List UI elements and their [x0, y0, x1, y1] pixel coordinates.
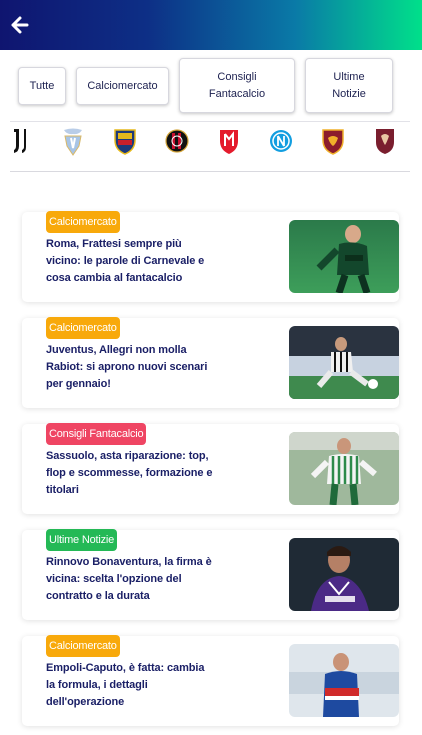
milan-logo-icon — [165, 129, 189, 153]
article-card[interactable]: Consigli Fantacalcio Sassuolo, asta ripa… — [22, 423, 399, 514]
category-badge: Calciomercato — [46, 317, 120, 339]
team-milan[interactable] — [164, 126, 190, 156]
article-thumbnail — [289, 220, 399, 293]
article-title: Sassuolo, asta riparazione: top, flop e … — [46, 450, 213, 496]
filter-chip-label: Calciomercato — [87, 79, 158, 92]
article-thumbnail — [289, 644, 399, 717]
filter-chip-ultime-notizie[interactable]: Ultime Notizie — [305, 58, 393, 113]
article-thumbnail — [289, 538, 399, 611]
team-juventus[interactable] — [10, 126, 36, 156]
filter-chip-label: Ultime Notizie — [332, 70, 366, 100]
salernitana-logo-icon — [376, 129, 394, 154]
team-napoli[interactable] — [268, 126, 294, 156]
article-thumbnail — [289, 432, 399, 505]
article-title: Juventus, Allegri non molla Rabiot: si a… — [46, 344, 208, 390]
article-card[interactable]: Calciomercato Empoli-Caputo, è fatta: ca… — [22, 635, 399, 726]
filter-chip-label: Tutte — [29, 79, 55, 92]
filter-chip-tutte[interactable]: Tutte — [18, 67, 66, 105]
lecce-logo-icon — [114, 129, 136, 155]
juventus-logo-icon — [14, 129, 26, 153]
team-monza[interactable] — [216, 126, 242, 156]
back-button[interactable] — [8, 12, 32, 38]
arrow-left-icon — [11, 16, 29, 34]
category-badge: Calciomercato — [46, 635, 120, 657]
roma-logo-icon — [322, 129, 344, 155]
filter-chip-calciomercato[interactable]: Calciomercato — [76, 67, 169, 105]
lazio-logo-icon — [64, 128, 82, 156]
category-filter-bar: Tutte Calciomercato Consigli Fantacalcio… — [0, 58, 422, 114]
category-badge: Calciomercato — [46, 211, 120, 233]
napoli-logo-icon — [270, 130, 292, 152]
category-badge: Ultime Notizie — [46, 529, 118, 551]
team-lazio[interactable] — [60, 126, 86, 156]
article-card[interactable]: Calciomercato Roma, Frattesi sempre più … — [22, 211, 399, 302]
monza-logo-icon — [220, 130, 238, 154]
article-thumbnail — [289, 326, 399, 399]
article-card[interactable]: Calciomercato Juventus, Allegri non moll… — [22, 317, 399, 408]
top-app-bar — [0, 0, 422, 50]
team-lecce[interactable] — [112, 126, 138, 156]
filter-chip-label: Consigli Fantacalcio — [208, 70, 266, 100]
team-logo-strip — [10, 121, 410, 172]
article-title: Rinnovo Bonaventura, la firma è vicina: … — [46, 556, 212, 602]
article-card[interactable]: Ultime Notizie Rinnovo Bonaventura, la f… — [22, 529, 399, 620]
team-roma[interactable] — [320, 126, 346, 156]
article-title: Roma, Frattesi sempre più vicino: le par… — [46, 238, 205, 284]
team-salernitana[interactable] — [372, 126, 398, 156]
filter-chip-consigli-fantacalcio[interactable]: Consigli Fantacalcio — [179, 58, 295, 113]
category-badge: Consigli Fantacalcio — [46, 423, 147, 445]
article-title: Empoli-Caputo, è fatta: cambia la formul… — [46, 662, 205, 708]
